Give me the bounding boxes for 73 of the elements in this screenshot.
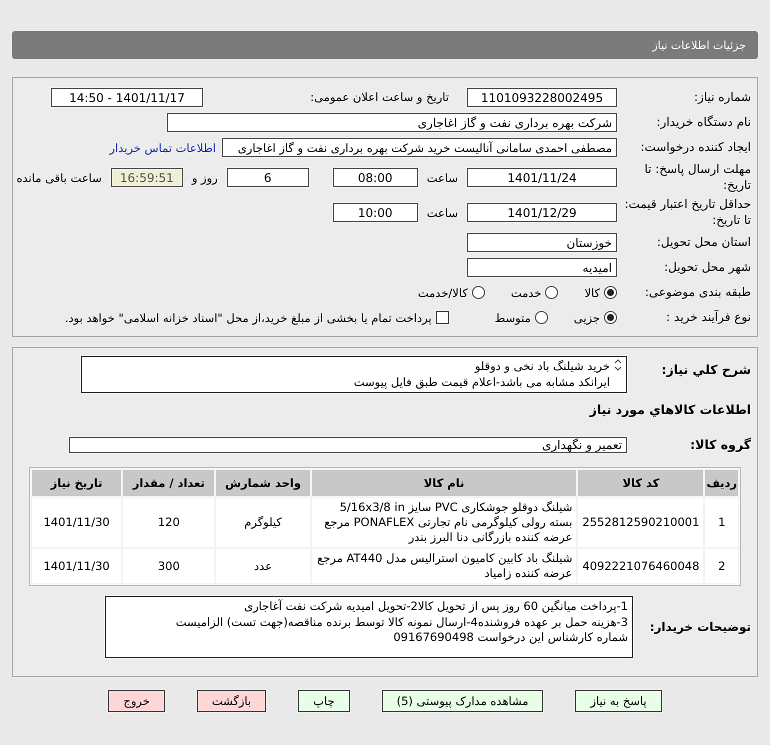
date-field[interactable]: 1401/12/29 — [467, 203, 617, 222]
table-cell: 2552812590210001 — [578, 498, 704, 548]
section-title: اطلاعات کالاهاي مورد نیاز — [588, 402, 751, 418]
table-cell: شیلنگ باد کابین کامیون استرالیس مدل AT440 مرجع عرضه کننده زامیاد — [312, 549, 576, 584]
field-label: روز و — [190, 170, 219, 186]
radio-button[interactable] — [534, 311, 548, 324]
field-label: گروه کالا: — [689, 436, 751, 454]
date-field[interactable]: 1401/11/24 — [467, 168, 617, 188]
table-cell: 2 — [705, 549, 738, 584]
checkbox-option[interactable]: پرداخت تمام یا بخشی از مبلغ خرید،از محل "اسناد خزانه اسلامی" خواهد بود. — [64, 310, 449, 325]
column-header: تاریخ نیاز — [32, 470, 122, 496]
description-text: خرید شیلنگ باد نخی و دوقلو ایرانکد مشابه می باشد-اعلام قیمت طبق فایل پیوست — [352, 359, 610, 390]
radio-option[interactable]: کالا/خدمت — [418, 286, 485, 300]
action-button[interactable]: خروج — [108, 690, 165, 712]
text-field[interactable]: 1401/11/17 - 14:50 — [51, 88, 203, 107]
field-label: حداقل تاریخ اعتبار قیمت: تا تاریخ: — [623, 197, 751, 228]
field-label: توضیحات خریدار: — [648, 619, 751, 636]
time-field[interactable]: 10:00 — [332, 203, 418, 222]
contact-link[interactable]: اطلاعات تماس خریدار — [109, 140, 216, 154]
action-button[interactable]: چاپ — [298, 690, 350, 712]
field-label: ساعت باقی مانده — [16, 170, 103, 186]
text-field[interactable]: تعمیر و نگهداری — [69, 436, 627, 453]
table-cell: 1 — [705, 498, 738, 548]
field-label: استان محل تحویل: — [656, 235, 751, 251]
table-cell: شیلنگ دوقلو جوشکاری PVC سایز 5/16x3/8 in بسته رولی کیلوگرمی نام تجارتی PONAFLEX مرجع عرضه کننده بازرگانی دنا البرز بندر — [312, 498, 576, 548]
time-field[interactable]: 08:00 — [332, 168, 418, 188]
column-header: کد کالا — [578, 470, 704, 496]
column-header: ردیف — [705, 470, 738, 496]
field-label: تاریخ و ساعت اعلان عمومی: — [309, 90, 450, 105]
radio-option[interactable]: جزیی — [574, 310, 617, 325]
action-button[interactable]: پاسخ به نیاز — [575, 690, 662, 712]
table-cell: عدد — [216, 549, 310, 584]
text-field[interactable]: مصطفی احمدی سامانی آنالیست خرید شرکت بهره برداری نفت و گاز اغاجاری — [222, 138, 617, 157]
radio-option[interactable]: خدمت — [510, 286, 558, 300]
field-label: طبقه بندی موضوعی: — [644, 285, 751, 301]
radio-button[interactable] — [472, 286, 485, 300]
notes-text: 1-پرداخت میانگین 60 روز پس از تحویل کالا2-تحویل امیدیه شرکت نفت آغاجاری 3-هزینه حمل بر عهده فروشنده4-ارسال نمونه کالا توسط برنده مناقصه(جهت تست) الزامیست شماره کارشناس این درخواست 09167690498 — [174, 599, 628, 646]
description-box[interactable]: خرید شیلنگ باد نخی و دوقلو ایرانکد مشابه می باشد-اعلام قیمت طبق فایل پیوست — [81, 356, 627, 394]
field-label: ساعت — [426, 204, 459, 221]
notes-box[interactable]: 1-پرداخت میانگین 60 روز پس از تحویل کالا2-تحویل امیدیه شرکت نفت آغاجاری 3-هزینه حمل بر عهده فروشنده4-ارسال نمونه کالا توسط برنده مناقصه(جهت تست) الزامیست شماره کارشناس این درخواست 09167690498 — [105, 596, 633, 658]
days-field[interactable]: 6 — [226, 168, 309, 188]
text-field[interactable]: خوزستان — [467, 233, 617, 252]
field-label: شهر محل تحویل: — [663, 260, 751, 276]
radio-option[interactable]: کالا — [584, 286, 617, 300]
radio-button[interactable] — [604, 311, 617, 324]
field-label: نوع فرآیند خرید : — [665, 310, 751, 326]
table-cell: 1401/11/30 — [32, 498, 122, 548]
field-label: ایجاد کننده درخواست: — [639, 140, 751, 156]
page-header: جزئیات اطلاعات نیاز — [12, 31, 758, 59]
radio-button[interactable] — [545, 286, 558, 300]
action-button[interactable]: بازگشت — [196, 690, 266, 712]
radio-button[interactable] — [604, 286, 617, 300]
field-label: ساعت — [426, 170, 459, 186]
field-label: شرح کلي نیاز: — [660, 361, 751, 379]
text-field[interactable]: شرکت بهره برداری نفت و گاز اغاجاری — [167, 113, 617, 132]
field-label: شماره نیاز: — [693, 90, 751, 106]
scroll-arrows-icon[interactable] — [614, 359, 622, 372]
table-cell: 300 — [123, 549, 214, 584]
field-label: نام دستگاه خریدار: — [656, 114, 751, 130]
table-cell: 120 — [123, 498, 214, 548]
column-header: تعداد / مقدار — [123, 470, 214, 496]
checkbox[interactable] — [436, 311, 449, 324]
radio-option[interactable]: متوسط — [494, 310, 548, 325]
table-cell: کیلوگرم — [216, 498, 310, 548]
remaining-time-field: 16:59:51 — [110, 168, 183, 188]
column-header: نام کالا — [312, 470, 576, 496]
text-field[interactable]: امیدیه — [467, 258, 617, 278]
action-button[interactable]: مشاهده مدارک پیوستی (5) — [382, 690, 544, 712]
table-cell: 4092221076460048 — [578, 549, 704, 584]
column-header: واحد شمارش — [216, 470, 310, 496]
field-label: مهلت ارسال پاسخ: تا تاریخ: — [643, 162, 751, 194]
text-field[interactable]: 1101093228002495 — [467, 88, 617, 107]
table-cell: 1401/11/30 — [32, 549, 122, 584]
